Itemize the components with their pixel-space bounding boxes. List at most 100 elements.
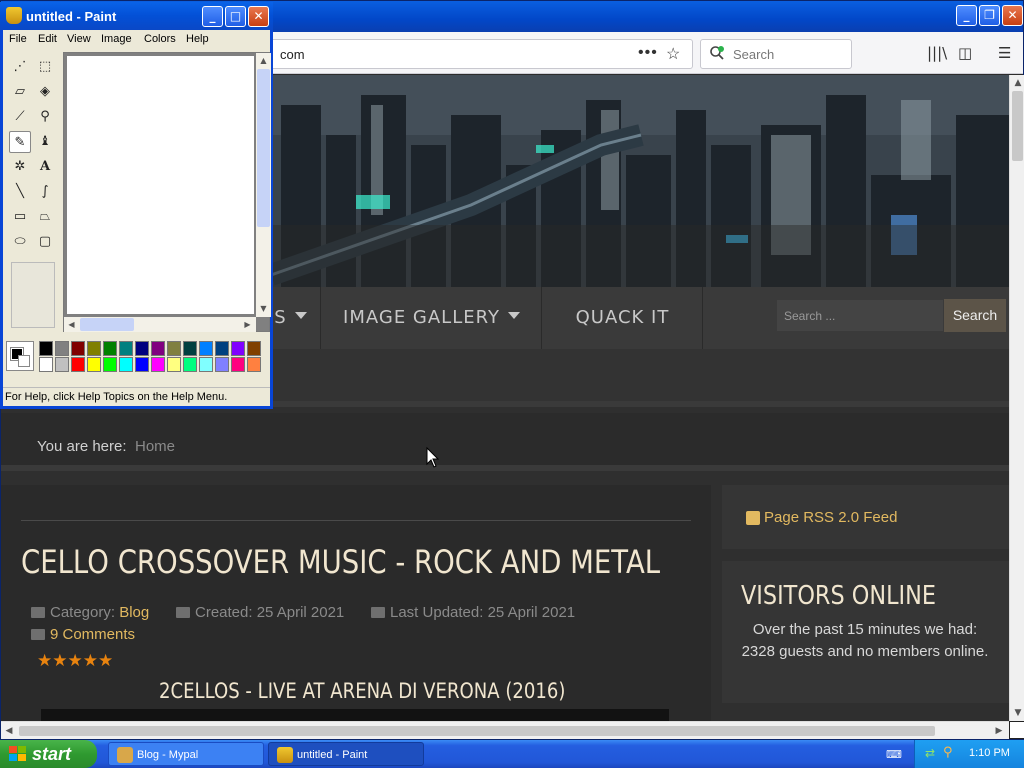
canvas-hscroll-thumb[interactable] xyxy=(80,318,134,331)
nav-item-image-gallery[interactable]: IMAGE GALLERY xyxy=(322,287,542,349)
eraser-icon[interactable]: ▱ xyxy=(9,81,31,103)
sidebar-icon[interactable]: ◫ xyxy=(958,44,972,62)
vertical-scrollbar[interactable]: ▲ ▼ xyxy=(1009,75,1024,721)
site-search-button[interactable]: Search xyxy=(944,299,1006,332)
color-swatch[interactable] xyxy=(183,341,197,356)
article-title[interactable]: CELLO CROSSOVER MUSIC - ROCK AND METAL xyxy=(21,543,660,581)
network-icon[interactable]: ⇄ xyxy=(925,746,935,760)
color-swatch[interactable] xyxy=(135,341,149,356)
color-swatch[interactable] xyxy=(87,357,101,372)
color-swatch[interactable] xyxy=(167,357,181,372)
color-swatch[interactable] xyxy=(183,357,197,372)
free-select-icon[interactable]: ⋰ xyxy=(9,56,31,78)
start-button[interactable]: start xyxy=(0,740,97,768)
menu-colors[interactable]: Colors xyxy=(144,33,176,45)
color-swatch[interactable] xyxy=(199,357,213,372)
paint-minimize-button[interactable]: _ xyxy=(202,6,223,27)
color-swatch[interactable] xyxy=(87,341,101,356)
color-swatch[interactable] xyxy=(247,341,261,356)
canvas-vscroll-thumb[interactable] xyxy=(257,69,270,227)
color-swatch[interactable] xyxy=(55,341,69,356)
paint-close-button[interactable]: ✕ xyxy=(248,6,269,27)
rect-select-icon[interactable]: ⬚ xyxy=(34,56,56,78)
color-swatch[interactable] xyxy=(103,341,117,356)
scroll-right-icon[interactable]: ▶ xyxy=(991,723,1007,739)
polygon-icon[interactable]: ⏢ xyxy=(34,206,56,228)
browser-search-box[interactable]: Search xyxy=(700,39,852,69)
menu-image[interactable]: Image xyxy=(101,33,132,45)
text-tool-icon[interactable]: A xyxy=(34,156,56,178)
url-text[interactable]: com xyxy=(280,47,305,62)
minimize-button[interactable]: _ xyxy=(956,5,977,26)
keyboard-icon[interactable]: ⌨ xyxy=(886,748,902,761)
menu-view[interactable]: View xyxy=(67,33,91,45)
paint-maximize-button[interactable]: □ xyxy=(225,6,246,27)
tool-options-panel[interactable] xyxy=(11,262,55,328)
close-button[interactable]: ✕ xyxy=(1002,5,1023,26)
color-swatch[interactable] xyxy=(247,357,261,372)
rss-feed-link[interactable]: Page RSS 2.0 Feed xyxy=(764,509,897,526)
brush-icon[interactable]: ♝ xyxy=(34,131,56,153)
video-player[interactable] xyxy=(41,709,669,721)
task-browser[interactable]: Blog - Mypal xyxy=(108,742,264,766)
scroll-down-icon[interactable]: ▼ xyxy=(256,301,271,317)
horizontal-scroll-thumb[interactable] xyxy=(19,726,935,736)
canvas-horizontal-scrollbar[interactable]: ◀ ▶ xyxy=(64,317,256,332)
scroll-left-icon[interactable]: ◀ xyxy=(1,723,17,739)
color-swatch[interactable] xyxy=(103,357,117,372)
category-link[interactable]: Blog xyxy=(119,604,149,621)
library-icon[interactable]: |||\ xyxy=(927,44,947,62)
color-swatch[interactable] xyxy=(231,341,245,356)
color-swatch[interactable] xyxy=(39,357,53,372)
fill-bucket-icon[interactable]: ◈ xyxy=(34,81,56,103)
color-swatch[interactable] xyxy=(215,341,229,356)
search-tray-icon[interactable]: ⚲ xyxy=(943,745,953,760)
color-swatch[interactable] xyxy=(151,341,165,356)
nav-item-quack-it[interactable]: QUACK IT xyxy=(543,287,703,349)
line-icon[interactable]: ╲ xyxy=(9,181,31,203)
pencil-icon[interactable]: ✎ xyxy=(9,131,31,153)
menu-icon[interactable]: ☰ xyxy=(998,44,1011,62)
breadcrumb-home-link[interactable]: Home xyxy=(135,438,175,455)
color-swatch[interactable] xyxy=(231,357,245,372)
magnifier-icon[interactable]: ⚲ xyxy=(34,106,56,128)
color-swatch[interactable] xyxy=(55,357,69,372)
scroll-down-icon[interactable]: ▼ xyxy=(1010,705,1024,721)
curve-icon[interactable]: ∫ xyxy=(34,181,56,203)
scroll-right-icon[interactable]: ▶ xyxy=(240,317,255,332)
color-swatch[interactable] xyxy=(71,341,85,356)
color-swatch[interactable] xyxy=(167,341,181,356)
scroll-up-icon[interactable]: ▲ xyxy=(1010,75,1024,91)
paint-titlebar[interactable]: untitled - Paint _ □ ✕ xyxy=(0,2,273,30)
page-actions-icon[interactable]: ••• xyxy=(638,44,658,62)
menu-file[interactable]: File xyxy=(9,33,27,45)
rectangle-icon[interactable]: ▭ xyxy=(9,206,31,228)
airbrush-icon[interactable]: ✲ xyxy=(9,156,31,178)
url-bar[interactable]: com ••• ☆ xyxy=(263,39,693,69)
rating-stars[interactable]: ★★★★★ xyxy=(37,651,113,671)
menu-help[interactable]: Help xyxy=(186,33,209,45)
scroll-left-icon[interactable]: ◀ xyxy=(64,317,79,332)
horizontal-scrollbar[interactable]: ◀ ▶ xyxy=(1,721,1009,739)
task-paint[interactable]: untitled - Paint xyxy=(268,742,424,766)
color-swatch[interactable] xyxy=(135,357,149,372)
menu-edit[interactable]: Edit xyxy=(38,33,57,45)
color-picker-icon[interactable]: ⟋ xyxy=(9,106,31,128)
comments-link[interactable]: 9 Comments xyxy=(50,626,135,643)
vertical-scroll-thumb[interactable] xyxy=(1012,91,1023,161)
scroll-up-icon[interactable]: ▲ xyxy=(256,53,271,69)
color-swatch[interactable] xyxy=(199,341,213,356)
drawing-canvas[interactable] xyxy=(67,56,254,314)
restore-button[interactable]: ❐ xyxy=(979,5,1000,26)
bookmark-star-icon[interactable]: ☆ xyxy=(666,44,680,64)
ellipse-icon[interactable]: ⬭ xyxy=(9,231,31,253)
site-search-input[interactable]: Search ... xyxy=(776,299,944,332)
color-swatch[interactable] xyxy=(151,357,165,372)
canvas-vertical-scrollbar[interactable]: ▲ ▼ xyxy=(256,53,271,317)
color-swatch[interactable] xyxy=(119,357,133,372)
color-swatch[interactable] xyxy=(39,341,53,356)
color-swatch[interactable] xyxy=(71,357,85,372)
rounded-rect-icon[interactable]: ▢ xyxy=(34,231,56,253)
color-swatch[interactable] xyxy=(215,357,229,372)
color-swatch[interactable] xyxy=(119,341,133,356)
